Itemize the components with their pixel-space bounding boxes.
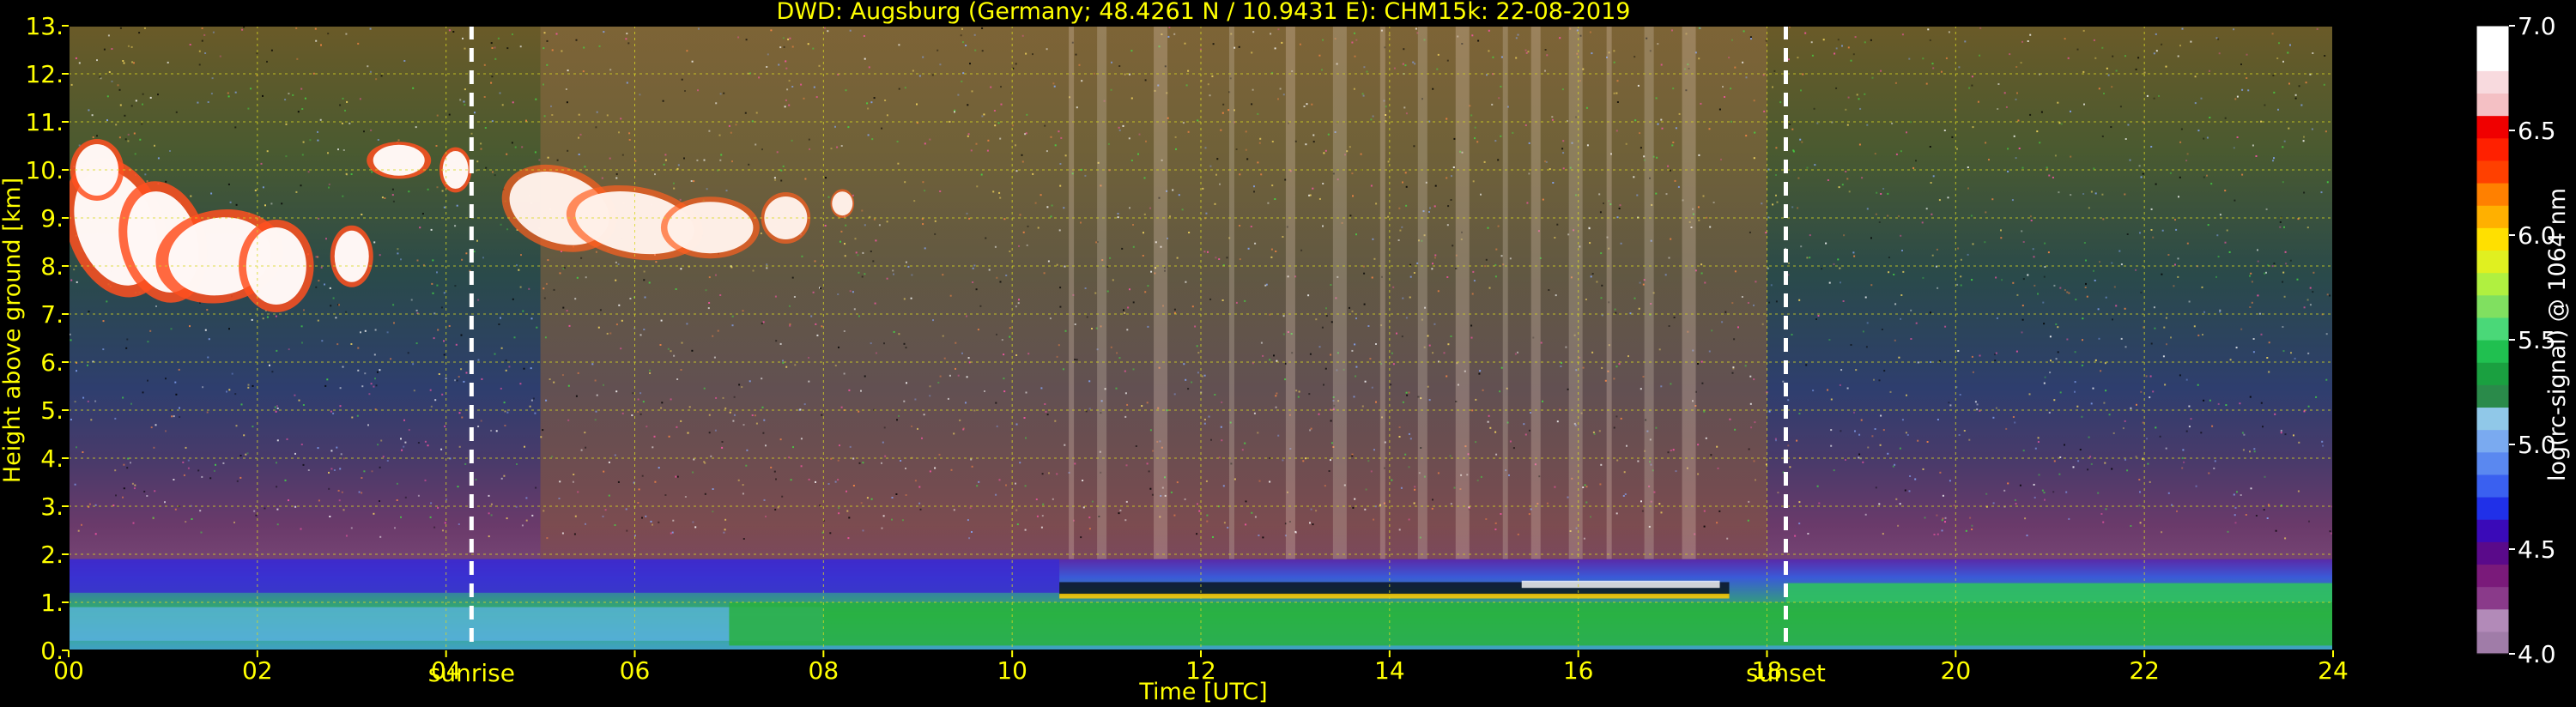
y-tick-label: 10. <box>25 156 64 184</box>
y-tick-label: 13. <box>25 12 64 40</box>
x-tick-label: 16 <box>1563 656 1594 685</box>
y-axis-label: Height above ground [km] <box>0 178 26 483</box>
y-tick-label: 1. <box>40 589 64 617</box>
x-tick-label: 02 <box>242 656 273 685</box>
y-tick-label: 12. <box>25 60 64 88</box>
y-tick-label: 7. <box>40 300 64 329</box>
colorbar-tick-label: 4.0 <box>2518 640 2556 668</box>
colorbar-swatch <box>2476 205 2509 228</box>
x-tick-label: 10 <box>997 656 1027 685</box>
x-tick-label: 08 <box>809 656 839 685</box>
colorbar-tick-label: 4.5 <box>2518 535 2556 564</box>
y-tick-label: 9. <box>40 204 64 233</box>
ceilometer-chart: DWD: Augsburg (Germany; 48.4261 N / 10.9… <box>0 0 2571 705</box>
colorbar-swatch <box>2476 608 2509 632</box>
y-tick-label: 5. <box>40 396 64 425</box>
colorbar-swatch <box>2476 407 2509 431</box>
colorbar-swatch <box>2476 26 2509 49</box>
x-tick-label: 20 <box>1941 656 1972 685</box>
colorbar-swatches <box>2476 25 2510 655</box>
backscatter-field <box>69 26 2333 650</box>
colorbar-swatch <box>2476 519 2509 542</box>
y-tick-label: 3. <box>40 492 64 521</box>
colorbar-swatch <box>2476 317 2509 341</box>
y-tick-label: 6. <box>40 348 64 377</box>
x-tick-label: 12 <box>1185 656 1216 685</box>
colorbar-swatch <box>2476 160 2509 184</box>
y-tick-label: 8. <box>40 252 64 281</box>
x-tick-label: 14 <box>1374 656 1405 685</box>
y-axis-ticks: 0. 1. 2. 3. 4. 5. 6. 7. 8. 9. 10. 11. 12. 13. <box>25 12 69 665</box>
x-axis-ticks: 00 02 04 06 08 10 12 14 16 18 20 22 24 <box>53 650 2349 685</box>
colorbar-swatch <box>2476 340 2509 363</box>
colorbar-swatch <box>2476 294 2509 318</box>
colorbar-swatch <box>2476 227 2509 251</box>
colorbar-swatch <box>2476 48 2509 71</box>
x-tick-label: 22 <box>2129 656 2160 685</box>
sun-marker-label: sunset <box>1746 659 1826 687</box>
chart-title: DWD: Augsburg (Germany; 48.4261 N / 10.9… <box>777 0 1631 25</box>
colorbar: 4.04.55.05.56.06.57.0 log(rc-signal) @ 1… <box>2476 12 2571 668</box>
colorbar-swatch <box>2476 272 2509 296</box>
y-tick-label: 11. <box>25 108 64 136</box>
colorbar-swatch <box>2476 384 2509 408</box>
colorbar-swatch <box>2476 115 2509 139</box>
x-tick-label: 24 <box>2318 656 2349 685</box>
colorbar-swatch <box>2476 497 2509 520</box>
colorbar-swatch <box>2476 93 2509 117</box>
colorbar-swatch <box>2476 564 2509 588</box>
colorbar-swatch <box>2476 474 2509 498</box>
colorbar-swatch <box>2476 631 2509 655</box>
colorbar-tick-label: 7.0 <box>2518 12 2556 40</box>
colorbar-swatch <box>2476 250 2509 274</box>
colorbar-swatch <box>2476 429 2509 453</box>
colorbar-label: log(rc-signal) @ 1064 nm <box>2544 188 2571 481</box>
colorbar-swatch <box>2476 70 2509 94</box>
x-tick-label: 06 <box>620 656 651 685</box>
y-tick-label: 4. <box>40 444 64 473</box>
colorbar-tick-label: 6.5 <box>2518 117 2556 145</box>
colorbar-swatch <box>2476 362 2509 385</box>
y-tick-label: 0. <box>40 637 64 665</box>
sun-marker-label: sunrise <box>428 659 515 687</box>
colorbar-swatch <box>2476 137 2509 161</box>
colorbar-swatch <box>2476 541 2509 565</box>
y-tick-label: 2. <box>40 541 64 569</box>
colorbar-swatch <box>2476 183 2509 206</box>
colorbar-swatch <box>2476 451 2509 475</box>
plot-area <box>68 25 2334 651</box>
colorbar-swatch <box>2476 586 2509 610</box>
